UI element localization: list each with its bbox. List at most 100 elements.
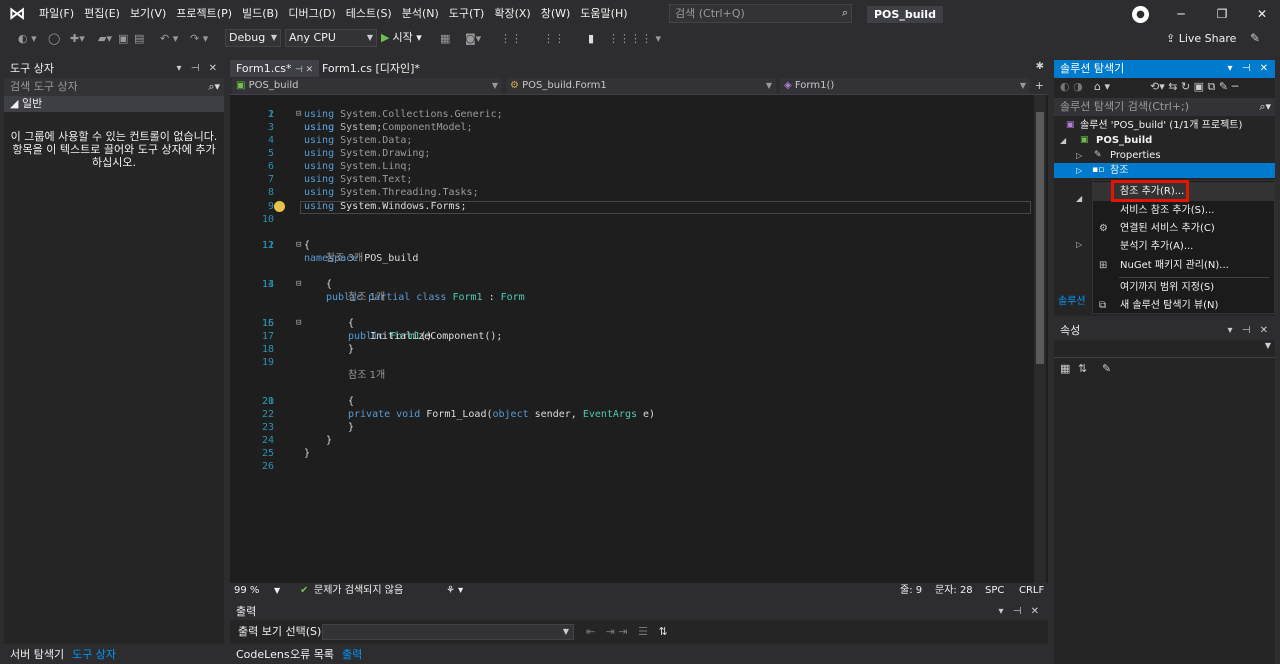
menu-item-new-solution-view[interactable]: ⧉ 새 솔루션 탐색기 뷰(N) (1093, 296, 1274, 315)
code-line: 21{ (261, 396, 355, 407)
live-share-button[interactable]: ⇪ Live Share (1166, 31, 1236, 47)
feedback-icon[interactable]: ✎ (1250, 31, 1260, 45)
panel-controls[interactable]: ▾ ⊣ ✕ (177, 60, 220, 78)
platform-select[interactable]: Any CPU ▼ (285, 29, 377, 47)
menu-help[interactable]: 도움말(H) (575, 0, 632, 28)
menu-tools[interactable]: 도구(T) (444, 0, 490, 28)
tab-error-list[interactable]: 오류 목록 (286, 646, 338, 664)
tab-solution-explorer-partial[interactable]: 솔루션 (1058, 292, 1086, 307)
tab-toolbox[interactable]: 도구 상자 (68, 646, 120, 664)
menu-window[interactable]: 창(W) (536, 0, 576, 28)
menu-analyze[interactable]: 분석(N) (397, 0, 444, 28)
chevron-down-icon: ▼ (366, 33, 373, 42)
code-line: 19 (261, 357, 274, 368)
save-icon[interactable]: ▣ (118, 31, 128, 47)
output-toolbar: 출력 보기 선택(S): ▼ ⇤ ⇥ ⇥ ☰ ⇅ (230, 620, 1048, 644)
configuration-select[interactable]: Debug ▼ (225, 29, 281, 47)
pin-icon[interactable]: ⊣ ✕ (295, 65, 313, 75)
panel-controls[interactable]: ▾ ⊣ ✕ (999, 604, 1042, 620)
menu-file[interactable]: 파일(F) (34, 0, 79, 28)
maximize-icon[interactable]: ❐ (1207, 4, 1237, 24)
toolbox-title: 도구 상자 (10, 62, 54, 75)
tab-form1-designer[interactable]: Form1.cs [디자인]* (316, 60, 426, 77)
alphabetical-icon[interactable]: ⇅ (1078, 362, 1087, 375)
bookmark-prev-icon[interactable]: ⋮⋮⋮⋮ ▾ (608, 31, 661, 47)
step-icon[interactable]: ⋮⋮ (500, 31, 522, 47)
project-dropdown[interactable]: ▣ POS_build ▼ (232, 78, 502, 94)
member-dropdown[interactable]: ◈ Form1() ▼ (780, 78, 1030, 94)
solution-search-input[interactable]: 솔루션 탐색기 검색(Ctrl+;) ⌕▾ (1054, 98, 1275, 116)
open-file-icon[interactable]: ▰▾ (98, 31, 112, 47)
menu-debug[interactable]: 디버그(D) (283, 0, 340, 28)
collapse-icon[interactable]: ◢ (1060, 133, 1066, 148)
code-editor[interactable]: 1 ⊟ using System; 2 using System.Collectio… (230, 95, 1048, 583)
menu-build[interactable]: 빌드(B) (237, 0, 283, 28)
menu-item-add-connected-service[interactable]: ⚙ 연결된 서비스 추가(C) (1093, 219, 1274, 238)
chevron-down-icon[interactable]: ▼ (274, 583, 280, 599)
solution-explorer-title: 솔루션 탐색기 (1060, 62, 1125, 75)
menu-project[interactable]: 프로젝트(P) (171, 0, 237, 28)
expand-icon[interactable]: ▷ (1076, 148, 1082, 163)
output-title: 출력 (236, 605, 257, 618)
menu-item-scope-to-this[interactable]: 여기까지 범위 지정(S) (1093, 278, 1274, 297)
split-icon[interactable]: + (1035, 79, 1044, 92)
toolbox-search-input[interactable]: 검색 도구 상자 ⌕▾ (4, 78, 224, 96)
output-tool-icons[interactable]: ⇤ ⇥ ⇥ ☰ ⇅ (586, 620, 668, 644)
tab-output[interactable]: 출력 (338, 646, 366, 664)
forward-icon[interactable]: ◯ (48, 31, 60, 47)
tab-codelens[interactable]: CodeLens (232, 646, 294, 664)
menu-test[interactable]: 테스트(S) (341, 0, 397, 28)
panel-controls[interactable]: ▾ ⊣ ✕ (1228, 60, 1271, 78)
tab-label: Form1.cs* (236, 62, 292, 75)
minimize-icon[interactable]: ─ (1166, 4, 1196, 24)
format-icon[interactable]: ⋮⋮ (543, 31, 565, 47)
undo-icon[interactable]: ↶ ▾ (160, 31, 178, 47)
visual-studio-logo-icon[interactable]: ⋈ (0, 0, 34, 28)
class-dropdown[interactable]: ⚙ POS_build.Form1 ▼ (506, 78, 776, 94)
screenshot-icon[interactable]: ◙▾ (465, 31, 481, 47)
menu-edit[interactable]: 편집(E) (79, 0, 125, 28)
tree-item-references[interactable]: ▷ ▪▫ 참조 (1054, 163, 1275, 178)
new-project-icon[interactable]: ✚▾ (70, 31, 85, 47)
collapse-icon[interactable]: ◢ (1076, 194, 1082, 203)
redo-icon[interactable]: ↷ ▾ (190, 31, 208, 47)
code-cleanup-icon[interactable]: ⚘ ▾ (446, 583, 463, 599)
zoom-level[interactable]: 99 % (234, 583, 259, 599)
expand-icon[interactable]: ▷ (1076, 240, 1082, 249)
tab-server-explorer[interactable]: 서버 탐색기 (6, 646, 68, 664)
code-line: 22 (261, 409, 274, 420)
tab-form1-cs[interactable]: Form1.cs* ⊣ ✕ (230, 60, 320, 77)
editor-scrollbar-thumb[interactable] (1036, 112, 1044, 364)
menu-item-add-analyzer[interactable]: 분석기 추가(A)... (1093, 237, 1274, 256)
search-input[interactable]: 검색 (Ctrl+Q) ⌕ (669, 4, 852, 23)
tree-item-properties[interactable]: ▷ ✎ Properties (1054, 148, 1275, 163)
expand-icon[interactable]: ▷ (1076, 163, 1082, 178)
code-line: 6 using System.Linq; (267, 161, 413, 172)
output-source-select[interactable]: ▼ (322, 624, 574, 640)
property-pages-icon[interactable]: ✎ (1102, 362, 1111, 375)
save-all-icon[interactable]: ▤ (134, 31, 144, 47)
bookmark-icon[interactable]: ▮ (588, 31, 594, 47)
start-button[interactable]: ▶ 시작 ▾ (381, 29, 422, 47)
panel-controls[interactable]: ▾ ⊣ ✕ (1228, 322, 1271, 340)
back-icon[interactable]: ◐ ◑ (1060, 80, 1083, 93)
menu-extensions[interactable]: 확장(X) (489, 0, 535, 28)
properties-object-select[interactable]: ▼ (1054, 340, 1275, 358)
menu-view[interactable]: 보기(V) (125, 0, 171, 28)
browser-link-icon[interactable]: ▦ (440, 31, 450, 47)
account-avatar[interactable]: ● (1132, 6, 1149, 23)
gear-icon[interactable]: ✱ (1036, 61, 1044, 72)
references-icon: ▪▫ (1092, 165, 1105, 175)
issues-status[interactable]: 문제가 검색되지 않음 (314, 583, 403, 599)
menu-item-manage-nuget[interactable]: ⊞ NuGet 패키지 관리(N)... (1093, 256, 1274, 275)
tree-item-project[interactable]: ◢ ▣ POS_build (1054, 133, 1275, 148)
home-icon[interactable]: ⌂ ▾ (1094, 80, 1110, 93)
menu-item-add-service-reference[interactable]: 서비스 참조 추가(S)... (1093, 201, 1274, 220)
close-icon[interactable]: ✕ (1247, 4, 1277, 24)
code-line: 5 using System.Drawing; (267, 148, 431, 159)
categorized-icon[interactable]: ▦ (1060, 362, 1070, 375)
toolbox-group-general[interactable]: ◢ 일반 (4, 96, 224, 112)
back-icon[interactable]: ◐ ▾ (18, 31, 37, 47)
sync-icon[interactable]: ⟲▾ ⇆ ↻ ▣ ⧉ ✎ ─ (1150, 80, 1238, 94)
tree-item-solution[interactable]: ▣ 솔루션 'POS_build' (1/1개 프로젝트) (1054, 118, 1275, 133)
